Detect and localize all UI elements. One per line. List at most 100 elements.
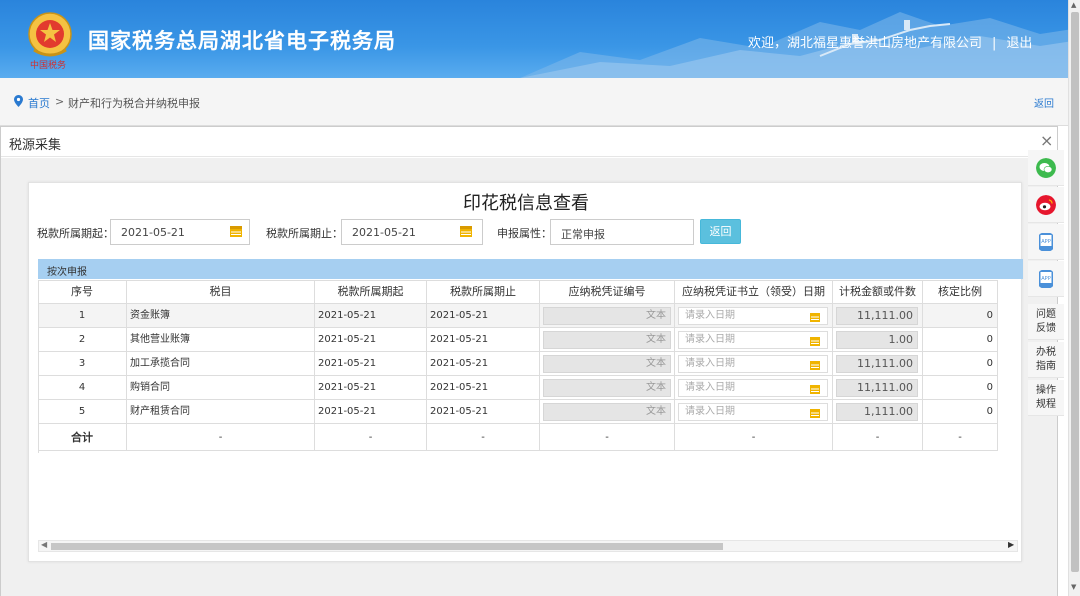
manual-line-1: 操作 — [1036, 385, 1056, 396]
voucher-cell: 文本 — [540, 400, 675, 424]
period-start: 2021-05-21 — [315, 352, 427, 376]
voucher-date-input[interactable]: 请录入日期 — [678, 379, 828, 397]
logout-link[interactable]: 退出 — [1006, 36, 1032, 51]
voucher-cell: 文本 — [540, 328, 675, 352]
end-date-value: 2021-05-21 — [352, 226, 416, 239]
total-dash: - — [427, 424, 540, 451]
emblem-script-text: 中国税务 — [30, 61, 67, 71]
total-dash: - — [540, 424, 675, 451]
column-header: 计税金额或件数 — [833, 280, 923, 304]
stamp-tax-panel: 印花税信息查看 税款所属期起： 2021-05-21 税款所属期止： 2021-… — [28, 182, 1023, 562]
calendar-icon[interactable] — [810, 360, 820, 370]
voucher-number-input[interactable]: 文本 — [543, 379, 671, 397]
scroll-up-icon[interactable]: ▲ — [1071, 1, 1076, 9]
column-header: 核定比例 — [923, 280, 998, 304]
table-row: 5 财产租赁合同 2021-05-21 2021-05-21 文本 请录入日期 … — [38, 400, 998, 424]
period-start: 2021-05-21 — [315, 400, 427, 424]
close-icon[interactable]: × — [1040, 131, 1053, 150]
total-dash: - — [923, 424, 998, 451]
manual-button[interactable]: 操作 规程 — [1028, 380, 1064, 416]
feedback-line-2: 反馈 — [1036, 323, 1056, 334]
scrollbar-thumb[interactable] — [51, 543, 723, 550]
page-scrollbar[interactable]: ▲ ▼ — [1068, 0, 1080, 596]
date-cell: 请录入日期 — [675, 400, 833, 424]
header-separator: | — [992, 36, 997, 51]
calendar-icon[interactable] — [810, 336, 820, 346]
voucher-number-input[interactable]: 文本 — [543, 307, 671, 325]
weibo-icon — [1036, 195, 1056, 215]
breadcrumb: 首页 > 财产和行为税合并纳税申报 返回 — [0, 78, 1068, 126]
back-button[interactable]: 返回 — [700, 219, 741, 244]
weibo-button[interactable] — [1028, 187, 1064, 223]
scroll-right-icon[interactable]: ▶ — [1008, 540, 1014, 549]
scroll-left-icon[interactable]: ◀ — [41, 540, 47, 549]
date-cell: 请录入日期 — [675, 376, 833, 400]
amount-cell: 11,111.00 — [833, 352, 923, 376]
dialog-body: 印花税信息查看 税款所属期起： 2021-05-21 税款所属期止： 2021-… — [1, 158, 1057, 596]
table-row: 2 其他营业账簿 2021-05-21 2021-05-21 文本 请录入日期 … — [38, 328, 998, 352]
total-dash: - — [833, 424, 923, 451]
column-header: 税款所属期起 — [315, 280, 427, 304]
start-date-value: 2021-05-21 — [121, 226, 185, 239]
period-end: 2021-05-21 — [427, 304, 540, 328]
tax-item: 购销合同 — [127, 376, 315, 400]
declare-attr-label: 申报属性： — [497, 227, 552, 240]
manual-line-2: 规程 — [1036, 399, 1056, 410]
dialog-header: 税源采集 × — [1, 127, 1057, 157]
calendar-icon[interactable] — [810, 312, 820, 322]
date-cell: 请录入日期 — [675, 304, 833, 328]
voucher-number-input[interactable]: 文本 — [543, 403, 671, 421]
declare-attr-field: 正常申报 — [550, 219, 694, 245]
calendar-icon[interactable] — [459, 224, 473, 238]
voucher-date-input[interactable]: 请录入日期 — [678, 307, 828, 325]
calendar-icon[interactable] — [810, 384, 820, 394]
breadcrumb-home[interactable]: 首页 — [28, 95, 50, 111]
section-label: 按次申报 — [47, 267, 87, 278]
welcome-area: 欢迎，湖北福星惠誉洪山房地产有限公司 | 退出 — [748, 32, 1032, 51]
taxable-amount: 1,111.00 — [836, 403, 918, 421]
table-total-row: 合计 - - - - - - - — [38, 424, 998, 451]
table-row: 3 加工承揽合同 2021-05-21 2021-05-21 文本 请录入日期 … — [38, 352, 998, 376]
page-scrollbar-thumb[interactable] — [1071, 12, 1079, 572]
stamp-tax-table: 序号 税目 税款所属期起 税款所属期止 应纳税凭证编号 应纳税凭证书立（领受）日… — [38, 280, 998, 452]
voucher-date-input[interactable]: 请录入日期 — [678, 355, 828, 373]
wechat-button[interactable] — [1028, 150, 1064, 186]
date-placeholder: 请录入日期 — [685, 406, 735, 417]
breadcrumb-current: 财产和行为税合并纳税申报 — [68, 97, 200, 110]
row-number: 2 — [38, 328, 127, 352]
guide-line-1: 办税 — [1036, 347, 1056, 358]
taxable-amount: 11,111.00 — [836, 355, 918, 373]
feedback-button[interactable]: 问题 反馈 — [1028, 304, 1064, 340]
calendar-icon[interactable] — [229, 224, 243, 238]
voucher-cell: 文本 — [540, 376, 675, 400]
scroll-down-icon[interactable]: ▼ — [1071, 583, 1076, 591]
period-end: 2021-05-21 — [427, 400, 540, 424]
app-icon: APP — [1039, 233, 1053, 251]
breadcrumb-back-link[interactable]: 返回 — [1034, 95, 1054, 110]
voucher-number-input[interactable]: 文本 — [543, 355, 671, 373]
horizontal-scrollbar[interactable]: ◀ ▶ — [38, 540, 1018, 552]
table-header-row: 序号 税目 税款所属期起 税款所属期止 应纳税凭证编号 应纳税凭证书立（领受）日… — [38, 280, 998, 304]
voucher-number-input[interactable]: 文本 — [543, 331, 671, 349]
filter-form: 税款所属期起： 2021-05-21 税款所属期止： 2021-05-21 申报… — [29, 219, 1023, 245]
start-date-field[interactable]: 2021-05-21 — [110, 219, 250, 245]
voucher-date-input[interactable]: 请录入日期 — [678, 331, 828, 349]
app-download-button[interactable]: APP — [1028, 224, 1064, 260]
period-start: 2021-05-21 — [315, 328, 427, 352]
app-download-button[interactable]: APP — [1028, 261, 1064, 297]
voucher-date-input[interactable]: 请录入日期 — [678, 403, 828, 421]
end-date-label: 税款所属期止： — [266, 227, 343, 240]
taxable-amount: 1.00 — [836, 331, 918, 349]
end-date-field[interactable]: 2021-05-21 — [341, 219, 483, 245]
column-header: 序号 — [38, 280, 127, 304]
period-end: 2021-05-21 — [427, 352, 540, 376]
calendar-icon[interactable] — [810, 408, 820, 418]
date-cell: 请录入日期 — [675, 352, 833, 376]
row-number: 4 — [38, 376, 127, 400]
ratio: 0 — [923, 352, 998, 376]
period-start: 2021-05-21 — [315, 304, 427, 328]
tax-item: 加工承揽合同 — [127, 352, 315, 376]
row-number: 1 — [38, 304, 127, 328]
table-row: 1 资金账簿 2021-05-21 2021-05-21 文本 请录入日期 11… — [38, 304, 998, 328]
guide-button[interactable]: 办税 指南 — [1028, 342, 1064, 378]
